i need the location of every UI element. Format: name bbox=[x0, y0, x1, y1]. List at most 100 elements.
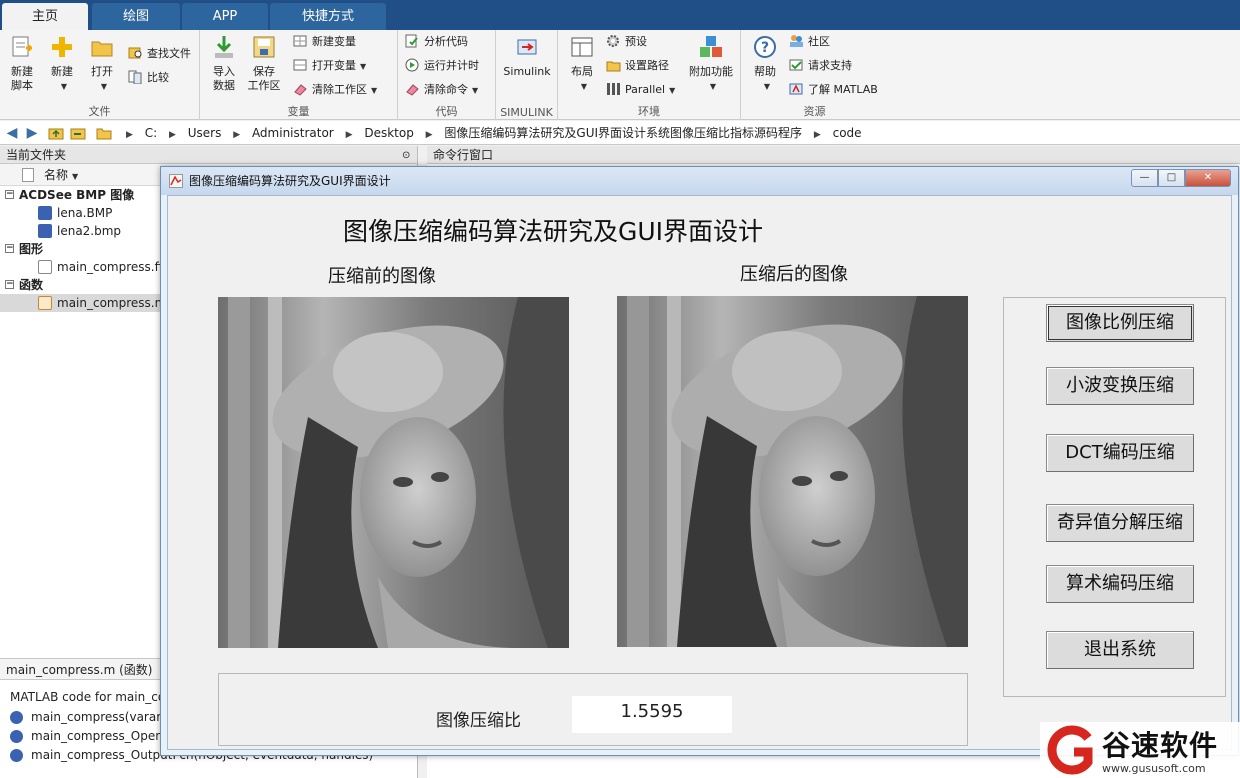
parallel-icon bbox=[607, 83, 620, 95]
open-button[interactable]: 打开 ▼ bbox=[82, 34, 122, 94]
tab-apps[interactable]: APP bbox=[182, 3, 268, 30]
svd-compress-button[interactable]: 奇异值分解压缩 bbox=[1046, 504, 1194, 542]
chevron-down-icon: ▼ bbox=[669, 86, 676, 95]
clear-workspace-button[interactable]: 清除工作区 ▼ bbox=[293, 80, 377, 100]
code-group-label: 代码 bbox=[435, 105, 458, 118]
request-support-button[interactable]: 请求支持 bbox=[789, 56, 852, 76]
exit-system-button[interactable]: 退出系统 bbox=[1046, 631, 1194, 669]
add-ons-button[interactable]: 附加功能 ▼ bbox=[686, 34, 736, 94]
environment-group-label: 环境 bbox=[638, 105, 660, 118]
new-label: 新建 bbox=[51, 65, 73, 78]
bmp-file-icon bbox=[38, 224, 52, 238]
breadcrumb-separator-icon: ▶ bbox=[813, 130, 821, 140]
run-and-time-button[interactable]: 运行并计时 bbox=[405, 56, 479, 76]
new-icon bbox=[52, 37, 72, 57]
breadcrumb-item[interactable]: 图像压缩编码算法研究及GUI界面设计系统图像压缩比指标源码程序 bbox=[444, 121, 802, 145]
caption-after: 压缩后的图像 bbox=[740, 264, 848, 285]
dct-compress-button[interactable]: DCT编码压缩 bbox=[1046, 434, 1194, 472]
clear-commands-button[interactable]: 清除命令 ▼ bbox=[405, 80, 478, 100]
run-and-time-icon bbox=[405, 58, 419, 72]
open-folder-icon bbox=[91, 41, 113, 57]
wavelet-compress-button[interactable]: 小波变换压缩 bbox=[1046, 367, 1194, 405]
browse-folder-icon[interactable] bbox=[70, 125, 86, 141]
button-panel: 图像比例压缩 小波变换压缩 DCT编码压缩 奇异值分解压缩 算术编码压缩 退出系… bbox=[1003, 297, 1226, 697]
original-image bbox=[218, 297, 569, 648]
simulink-button[interactable]: Simulink bbox=[500, 34, 554, 79]
close-button[interactable]: ✕ bbox=[1185, 169, 1231, 187]
collapse-icon[interactable]: − bbox=[5, 244, 14, 253]
forward-arrow-icon[interactable]: ▶ bbox=[24, 125, 40, 141]
compare-button[interactable]: 比较 bbox=[128, 68, 169, 88]
new-script-icon bbox=[12, 36, 32, 57]
collapse-icon[interactable]: − bbox=[5, 280, 14, 289]
figure-window: 图像压缩编码算法研究及GUI界面设计 — □ ✕ 图像压缩编码算法研究及GUI界… bbox=[160, 166, 1239, 756]
open-label: 打开 bbox=[91, 65, 113, 78]
function-file-icon bbox=[38, 296, 52, 310]
breadcrumb-item[interactable]: C: bbox=[145, 121, 157, 145]
scale-compress-button[interactable]: 图像比例压缩 bbox=[1046, 304, 1194, 342]
breadcrumb-item[interactable]: code bbox=[833, 121, 862, 145]
analyze-code-button[interactable]: 分析代码 bbox=[405, 32, 468, 52]
caption-before: 压缩前的图像 bbox=[328, 266, 436, 287]
new-script-button[interactable]: 新建 脚本 bbox=[2, 34, 42, 93]
open-variable-button[interactable]: 打开变量 ▼ bbox=[293, 56, 366, 76]
ribbon-tabbar: 主页 绘图 APP 快捷方式 bbox=[0, 0, 1240, 30]
figure-window-title: 图像压缩编码算法研究及GUI界面设计 bbox=[189, 174, 391, 188]
tab-shortcuts[interactable]: 快捷方式 bbox=[270, 3, 386, 30]
breadcrumb-separator-icon: ▶ bbox=[425, 130, 433, 140]
compressed-image bbox=[617, 296, 968, 647]
breadcrumb-item[interactable]: Desktop bbox=[364, 121, 414, 145]
clear-commands-icon bbox=[406, 84, 419, 96]
open-variable-icon bbox=[293, 59, 307, 71]
panel-menu-icon[interactable]: ⊙ bbox=[402, 147, 410, 165]
new-script-label: 新建 脚本 bbox=[11, 65, 33, 92]
import-data-icon bbox=[215, 36, 233, 58]
find-files-button[interactable]: 查找文件 bbox=[128, 44, 191, 64]
resources-group-label: 资源 bbox=[803, 105, 826, 118]
simulink-group-label: SIMULINK bbox=[500, 106, 553, 119]
figure-titlebar[interactable]: 图像压缩编码算法研究及GUI界面设计 — □ ✕ bbox=[161, 167, 1238, 195]
new-variable-button[interactable]: 新建变量 bbox=[293, 32, 356, 52]
chevron-down-icon: ▼ bbox=[60, 82, 68, 91]
tab-home[interactable]: 主页 bbox=[2, 3, 88, 30]
minimize-button[interactable]: — bbox=[1131, 169, 1158, 187]
arithmetic-compress-button[interactable]: 算术编码压缩 bbox=[1046, 565, 1194, 603]
learn-matlab-icon bbox=[789, 83, 803, 95]
preferences-button[interactable]: 预设 bbox=[606, 32, 647, 52]
maximize-button[interactable]: □ bbox=[1158, 169, 1185, 187]
learn-matlab-button[interactable]: 了解 MATLAB bbox=[789, 80, 878, 100]
chevron-down-icon: ▼ bbox=[472, 86, 479, 95]
ribbon-toolstrip: 新建 脚本 新建 ▼ 打开 ▼ 查找文件 比较 文件 导入 数据 保存 工作区 新建… bbox=[0, 30, 1240, 120]
new-button[interactable]: 新建 ▼ bbox=[42, 34, 82, 94]
simulink-group: Simulink SIMULINK bbox=[496, 30, 558, 120]
watermark-url: www.gususoft.com bbox=[1102, 762, 1206, 775]
breadcrumb-separator-icon: ▶ bbox=[169, 130, 176, 140]
bmp-file-icon bbox=[38, 206, 52, 220]
up-folder-icon[interactable] bbox=[48, 125, 64, 141]
resources-group: ? 帮助 ▼ 社区 请求支持 了解 MATLAB 资源 bbox=[741, 30, 888, 120]
community-icon bbox=[790, 35, 803, 47]
sort-arrow-icon: ▼ bbox=[72, 172, 79, 181]
command-window-title: 命令行窗口 bbox=[427, 146, 1240, 164]
breadcrumb-item[interactable]: Administrator bbox=[252, 121, 334, 145]
layout-button[interactable]: 布局 ▼ bbox=[562, 34, 602, 94]
back-arrow-icon[interactable]: ◀ bbox=[4, 125, 20, 141]
gui-title: 图像压缩编码算法研究及GUI界面设计 bbox=[342, 217, 764, 246]
breadcrumb-separator-icon: ▶ bbox=[126, 130, 133, 140]
set-path-button[interactable]: 设置路径 bbox=[606, 56, 669, 76]
import-data-button[interactable]: 导入 数据 bbox=[204, 34, 244, 93]
file-group-label: 文件 bbox=[88, 105, 111, 118]
save-workspace-button[interactable]: 保存 工作区 bbox=[244, 34, 284, 93]
breadcrumb-item[interactable]: Users bbox=[188, 121, 222, 145]
tab-plots[interactable]: 绘图 bbox=[92, 3, 180, 30]
file-group: 新建 脚本 新建 ▼ 打开 ▼ 查找文件 比较 文件 bbox=[0, 30, 200, 120]
collapse-icon[interactable]: − bbox=[5, 190, 14, 199]
breadcrumb-separator-icon: ▶ bbox=[345, 130, 353, 140]
help-icon: ? bbox=[754, 36, 776, 58]
watermark-name: 谷速软件 bbox=[1102, 729, 1219, 762]
fig-file-icon bbox=[38, 260, 52, 274]
parallel-button[interactable]: Parallel ▼ bbox=[606, 80, 675, 100]
community-button[interactable]: 社区 bbox=[789, 32, 830, 52]
help-button[interactable]: ? 帮助 ▼ bbox=[745, 34, 785, 94]
chevron-down-icon: ▼ bbox=[100, 82, 108, 91]
